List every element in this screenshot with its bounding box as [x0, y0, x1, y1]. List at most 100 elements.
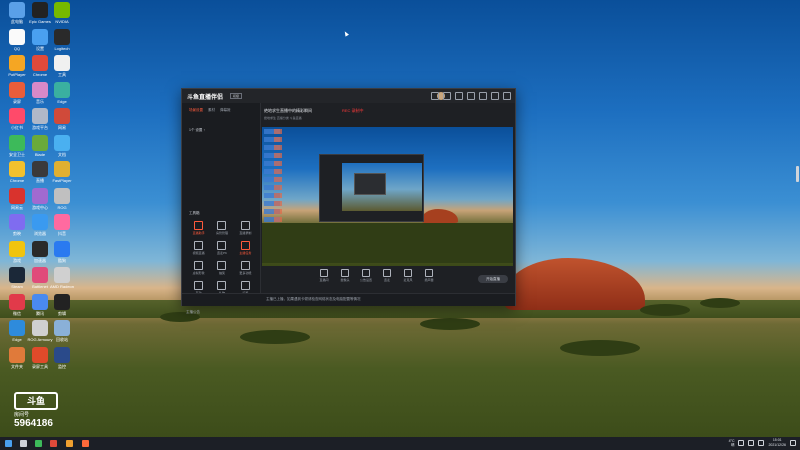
stream-preview[interactable]: [262, 127, 513, 266]
app-icon-2[interactable]: [50, 440, 57, 447]
app-icon-1[interactable]: [35, 440, 42, 447]
scene-item[interactable]: 1个 设置 ↑: [189, 128, 205, 133]
desktop-icon[interactable]: FastPlayer: [47, 161, 77, 183]
notice-icon: [362, 269, 370, 277]
speaker-button[interactable]: 扬声器: [419, 269, 439, 282]
mic-link-icon: [383, 269, 391, 277]
desktop-icon[interactable]: 监控: [47, 346, 77, 369]
download-icon[interactable]: [455, 92, 463, 100]
tool-lottery[interactable]: 抽奖: [210, 261, 233, 275]
tool-record[interactable]: 直播录制: [234, 221, 257, 235]
app-icon-3[interactable]: [66, 440, 73, 447]
control-label: 麦克风: [403, 278, 413, 282]
rec-status: REC 录制中: [342, 108, 364, 113]
input-method-icon[interactable]: [758, 439, 765, 446]
pk-icon: [217, 241, 227, 250]
recursive-preview-window: [319, 154, 424, 222]
tool-pk[interactable]: 连麦PK: [210, 241, 233, 255]
tab-scene[interactable]: 场景设置: [189, 108, 203, 113]
tool-label: 房管管理: [215, 231, 228, 235]
desktop-icon[interactable]: 工具: [47, 55, 77, 77]
task-icon: [240, 241, 250, 250]
maximize-icon[interactable]: [491, 92, 499, 100]
start-live-button[interactable]: 开始直播: [478, 275, 508, 283]
app-icon: [32, 55, 48, 71]
tool-video[interactable]: 视频直播: [187, 241, 210, 255]
desktop-icon[interactable]: AMD Radeon: [47, 267, 77, 289]
desktop-icon[interactable]: 回收站: [47, 320, 77, 342]
skin-icon[interactable]: [431, 92, 439, 100]
assistant-icon: [194, 221, 204, 230]
weather[interactable]: 4°C 晴: [729, 439, 735, 447]
menu-icon[interactable]: [467, 92, 475, 100]
status-bar: 主播已上播，如果遇到卡顿请检查网络状态及电脑配置等情况: [182, 293, 515, 306]
tool-more[interactable]: 更多功能: [234, 261, 257, 275]
app-icon: [54, 240, 70, 257]
search-icon[interactable]: [20, 440, 27, 447]
volume-icon[interactable]: [748, 439, 755, 446]
mic-button[interactable]: 麦克风: [398, 269, 418, 282]
app-icon: [32, 161, 48, 177]
app-icon: [9, 55, 25, 71]
minimize-icon[interactable]: [479, 92, 487, 100]
room-tags[interactable]: 绝地求生 直播分类 斗鱼直播: [264, 116, 302, 120]
tool-label: 连麦PK: [216, 251, 227, 255]
tab-danmu[interactable]: 弹幕姬: [220, 108, 231, 113]
room-title[interactable]: 绝地求生直播中的精彩瞬间: [264, 108, 312, 114]
taskbar: 4°C 晴 15:01 2021/12/26: [0, 437, 800, 450]
scroll-handle[interactable]: [796, 166, 799, 182]
notice-button[interactable]: 公告设置: [356, 269, 376, 282]
start-icon[interactable]: [5, 440, 12, 447]
app-icon: [54, 267, 70, 283]
tool-label: 主播任务: [239, 251, 252, 255]
room-icon: [320, 269, 328, 277]
titlebar: 斗鱼直播伴侣 初级: [182, 89, 515, 103]
mail-icon[interactable]: [443, 92, 451, 100]
desktop-icon-label: FastPlayer: [52, 178, 72, 183]
mic-link-button[interactable]: 连麦: [377, 269, 397, 282]
tool-label: 视频直播: [192, 251, 205, 255]
app-icon: [54, 320, 70, 336]
tool-avatar[interactable]: 虚拟形象: [187, 261, 210, 275]
desktop-icon[interactable]: Logitech: [47, 28, 77, 51]
watermark-logo: 斗鱼: [14, 392, 58, 410]
app-icon: [32, 346, 48, 363]
app-icon: [54, 28, 70, 45]
interact-icon: [194, 281, 204, 290]
desktop-icon[interactable]: 文档: [47, 134, 77, 157]
desktop-icon[interactable]: Edge: [47, 81, 77, 104]
desktop-icon[interactable]: NVIDIA: [47, 2, 77, 24]
shrub: [560, 340, 640, 356]
desktop-icon-label: Edge: [57, 98, 67, 104]
tab-material[interactable]: 素材: [208, 108, 215, 113]
room-number: 5964186: [14, 418, 53, 429]
app-icon: [9, 81, 25, 98]
desktop-icon[interactable]: 酷狗: [47, 240, 77, 263]
camera-button[interactable]: 摄像头: [335, 269, 355, 282]
desktop-icon[interactable]: 剪辑: [47, 293, 77, 316]
desktop-icon[interactable]: 网易: [47, 108, 77, 130]
version-tag[interactable]: 初级: [230, 93, 243, 99]
app-icon: [32, 240, 48, 257]
app-icon: [54, 2, 70, 18]
notification-icon[interactable]: [790, 439, 796, 446]
weather-sub: 晴: [730, 442, 735, 447]
app-icon: [32, 267, 48, 283]
douyu-icon[interactable]: [82, 440, 89, 447]
app-icon: [54, 214, 70, 230]
recursive-window: [354, 173, 386, 195]
room-button[interactable]: 直播间: [314, 269, 334, 282]
tool-assistant[interactable]: 直播助手: [187, 221, 210, 235]
tool-label: 直播助手: [192, 231, 205, 235]
network-icon[interactable]: [738, 439, 745, 446]
desktop-icon[interactable]: ROG: [47, 187, 77, 210]
toolbox-title: 工具箱: [189, 211, 200, 215]
record-icon: [240, 221, 250, 230]
announcement-label[interactable]: 主播公告: [186, 310, 200, 315]
desktop-icon-label: 文档: [58, 151, 66, 157]
close-icon[interactable]: [503, 92, 511, 100]
tool-admin[interactable]: 房管管理: [210, 221, 233, 235]
clock[interactable]: 15:01 2021/12/26: [768, 438, 786, 447]
desktop-icon[interactable]: 抖音: [47, 214, 77, 236]
tool-task[interactable]: 主播任务: [234, 241, 257, 255]
